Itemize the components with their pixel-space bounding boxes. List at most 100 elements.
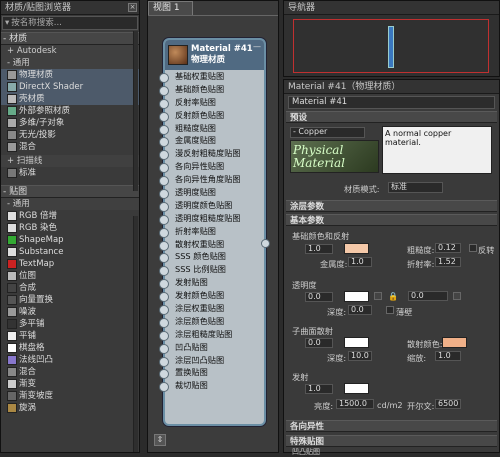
- list-item[interactable]: 渐变坡度: [1, 390, 139, 402]
- node-slot[interactable]: 透明度粗糙度贴图: [159, 212, 264, 225]
- rollout-special-maps[interactable]: 特殊贴图: [286, 435, 497, 447]
- list-item[interactable]: 外部参照材质: [1, 105, 139, 117]
- map-slot-button[interactable]: [453, 292, 461, 300]
- node-slot[interactable]: 各向异性角度贴图: [159, 173, 264, 187]
- rollout-anisotropy[interactable]: 各向异性: [286, 420, 497, 432]
- chevron-down-icon[interactable]: ▾: [5, 17, 9, 29]
- output-port[interactable]: [261, 239, 270, 248]
- node-slot[interactable]: 漫反射粗糙度贴图: [159, 147, 264, 161]
- node-header[interactable]: Material #41 物理材质 —: [165, 40, 264, 70]
- sss-weight-spinner[interactable]: 0.0: [305, 338, 333, 348]
- node-slot[interactable]: 涂层权重贴图: [159, 302, 264, 315]
- list-item[interactable]: RGB 倍增: [1, 210, 139, 222]
- node-slot[interactable]: SSS 比例贴图: [159, 263, 264, 277]
- thin-walled-checkbox[interactable]: [386, 306, 394, 314]
- node-slot[interactable]: 粗糙度贴图: [159, 122, 264, 135]
- list-item[interactable]: 壳材质: [1, 93, 139, 105]
- node-slot[interactable]: 金属度贴图: [159, 134, 264, 148]
- list-item[interactable]: 混合: [1, 141, 139, 153]
- sss-color-swatch[interactable]: [344, 337, 369, 348]
- search-input[interactable]: ▾ 按名称搜索...: [2, 16, 138, 30]
- section-maps[interactable]: - 贴图: [1, 185, 139, 198]
- scatter-color-swatch[interactable]: [442, 337, 467, 348]
- transparency-weight-spinner[interactable]: 0.0: [305, 292, 333, 302]
- list-item[interactable]: 物理材质: [1, 69, 139, 81]
- list-item[interactable]: 混合: [1, 366, 139, 378]
- base-weight-spinner[interactable]: 1.0: [305, 244, 333, 254]
- node-slot[interactable]: 置换贴图: [159, 366, 264, 380]
- list-item[interactable]: 无光/投影: [1, 129, 139, 141]
- pan-icon[interactable]: ⇕: [154, 434, 166, 446]
- list-item[interactable]: TextMap: [1, 258, 139, 270]
- material-name-field[interactable]: Material #41: [288, 96, 495, 109]
- node-slot[interactable]: 涂层粗糙度贴图: [159, 328, 264, 341]
- roughness-spinner[interactable]: 0.12: [435, 243, 461, 253]
- section-materials[interactable]: - 材质: [1, 32, 139, 45]
- group-maps-general[interactable]: - 通用: [1, 198, 139, 210]
- rollout-presets[interactable]: 预设: [286, 111, 497, 123]
- node-slot[interactable]: 涂层凹凸贴图: [159, 354, 264, 367]
- transparency-depth-spinner[interactable]: 0.0: [348, 305, 372, 315]
- node-slot[interactable]: 裁切贴图: [159, 379, 264, 393]
- node-slot[interactable]: 基础颜色贴图: [159, 83, 264, 96]
- lock-icon[interactable]: 🔒: [388, 291, 398, 302]
- list-item[interactable]: ShapeMap: [1, 234, 139, 246]
- material-node[interactable]: Material #41 物理材质 — 基础权重贴图 基础颜色贴图 反射率贴图 反射颜…: [159, 38, 270, 426]
- node-slot[interactable]: 折射率贴图: [159, 225, 264, 238]
- ior-spinner[interactable]: 1.52: [435, 257, 461, 267]
- list-item[interactable]: 位图: [1, 270, 139, 282]
- list-item[interactable]: 棋盘格: [1, 342, 139, 354]
- node-slot[interactable]: SSS 颜色贴图: [159, 250, 264, 264]
- map-slot-button[interactable]: [374, 292, 382, 300]
- list-item[interactable]: 噪波: [1, 306, 139, 318]
- list-item[interactable]: 法线凹凸: [1, 354, 139, 366]
- transparency-roughness-spinner[interactable]: 0.0: [408, 291, 448, 301]
- list-item[interactable]: DirectX Shader: [1, 81, 139, 93]
- group-general[interactable]: - 通用: [1, 57, 139, 69]
- sss-depth-spinner[interactable]: 10.0: [348, 351, 372, 361]
- node-slot[interactable]: 涂层颜色贴图: [159, 315, 264, 328]
- kelvin-spinner[interactable]: 6500: [435, 399, 461, 409]
- tab-view-1[interactable]: 视图 1: [148, 1, 193, 15]
- emission-color-swatch[interactable]: [344, 383, 369, 394]
- node-slot[interactable]: 透明度颜色贴图: [159, 199, 264, 212]
- transparency-color-swatch[interactable]: [344, 291, 369, 302]
- node-canvas[interactable]: Material #41 物理材质 — 基础权重贴图 基础颜色贴图 反射率贴图 反射颜…: [148, 15, 278, 452]
- group-autodesk[interactable]: + Autodesk: [1, 45, 139, 57]
- list-item[interactable]: 向量置换: [1, 294, 139, 306]
- navigator-view[interactable]: [284, 15, 499, 76]
- node-slot[interactable]: 发射颜色贴图: [159, 289, 264, 303]
- invert-checkbox[interactable]: [469, 244, 477, 252]
- minimize-icon[interactable]: —: [253, 42, 261, 51]
- list-item[interactable]: 合成: [1, 282, 139, 294]
- metalness-spinner[interactable]: 1.0: [348, 257, 372, 267]
- sss-scale-spinner[interactable]: 1.0: [435, 351, 461, 361]
- luminance-spinner[interactable]: 1500.0: [336, 399, 374, 409]
- node-slot[interactable]: 反射率贴图: [159, 96, 264, 109]
- group-scanline[interactable]: + 扫描线: [1, 155, 139, 167]
- node-slot[interactable]: 透明度贴图: [159, 186, 264, 199]
- list-item[interactable]: 标准: [1, 167, 139, 179]
- list-item[interactable]: 多维/子对象: [1, 117, 139, 129]
- emission-weight-spinner[interactable]: 1.0: [305, 384, 333, 394]
- list-item[interactable]: Substance: [1, 246, 139, 258]
- node-slot[interactable]: 散射权重贴图: [159, 238, 264, 251]
- list-item[interactable]: RGB 染色: [1, 222, 139, 234]
- list-item[interactable]: 渐变: [1, 378, 139, 390]
- rollout-basic-params[interactable]: 基本参数: [286, 214, 497, 226]
- preset-dropdown[interactable]: - Copper: [290, 127, 365, 138]
- list-item[interactable]: 平铺: [1, 330, 139, 342]
- rollout-coat-params[interactable]: 涂层参数: [286, 200, 497, 212]
- scrollbar[interactable]: [133, 216, 138, 452]
- scrollbar[interactable]: [133, 31, 138, 191]
- base-color-swatch[interactable]: [344, 243, 369, 254]
- node-slot[interactable]: 各向异性贴图: [159, 160, 264, 174]
- node-slot[interactable]: 反射颜色贴图: [159, 109, 264, 122]
- node-slot[interactable]: 发射贴图: [159, 276, 264, 290]
- close-icon[interactable]: ×: [128, 3, 137, 12]
- mode-dropdown[interactable]: 标准: [388, 182, 443, 193]
- node-slot[interactable]: 凹凸贴图: [159, 341, 264, 354]
- list-item[interactable]: 旋涡: [1, 402, 139, 414]
- list-item[interactable]: 多平铺: [1, 318, 139, 330]
- node-slot[interactable]: 基础权重贴图: [159, 70, 264, 83]
